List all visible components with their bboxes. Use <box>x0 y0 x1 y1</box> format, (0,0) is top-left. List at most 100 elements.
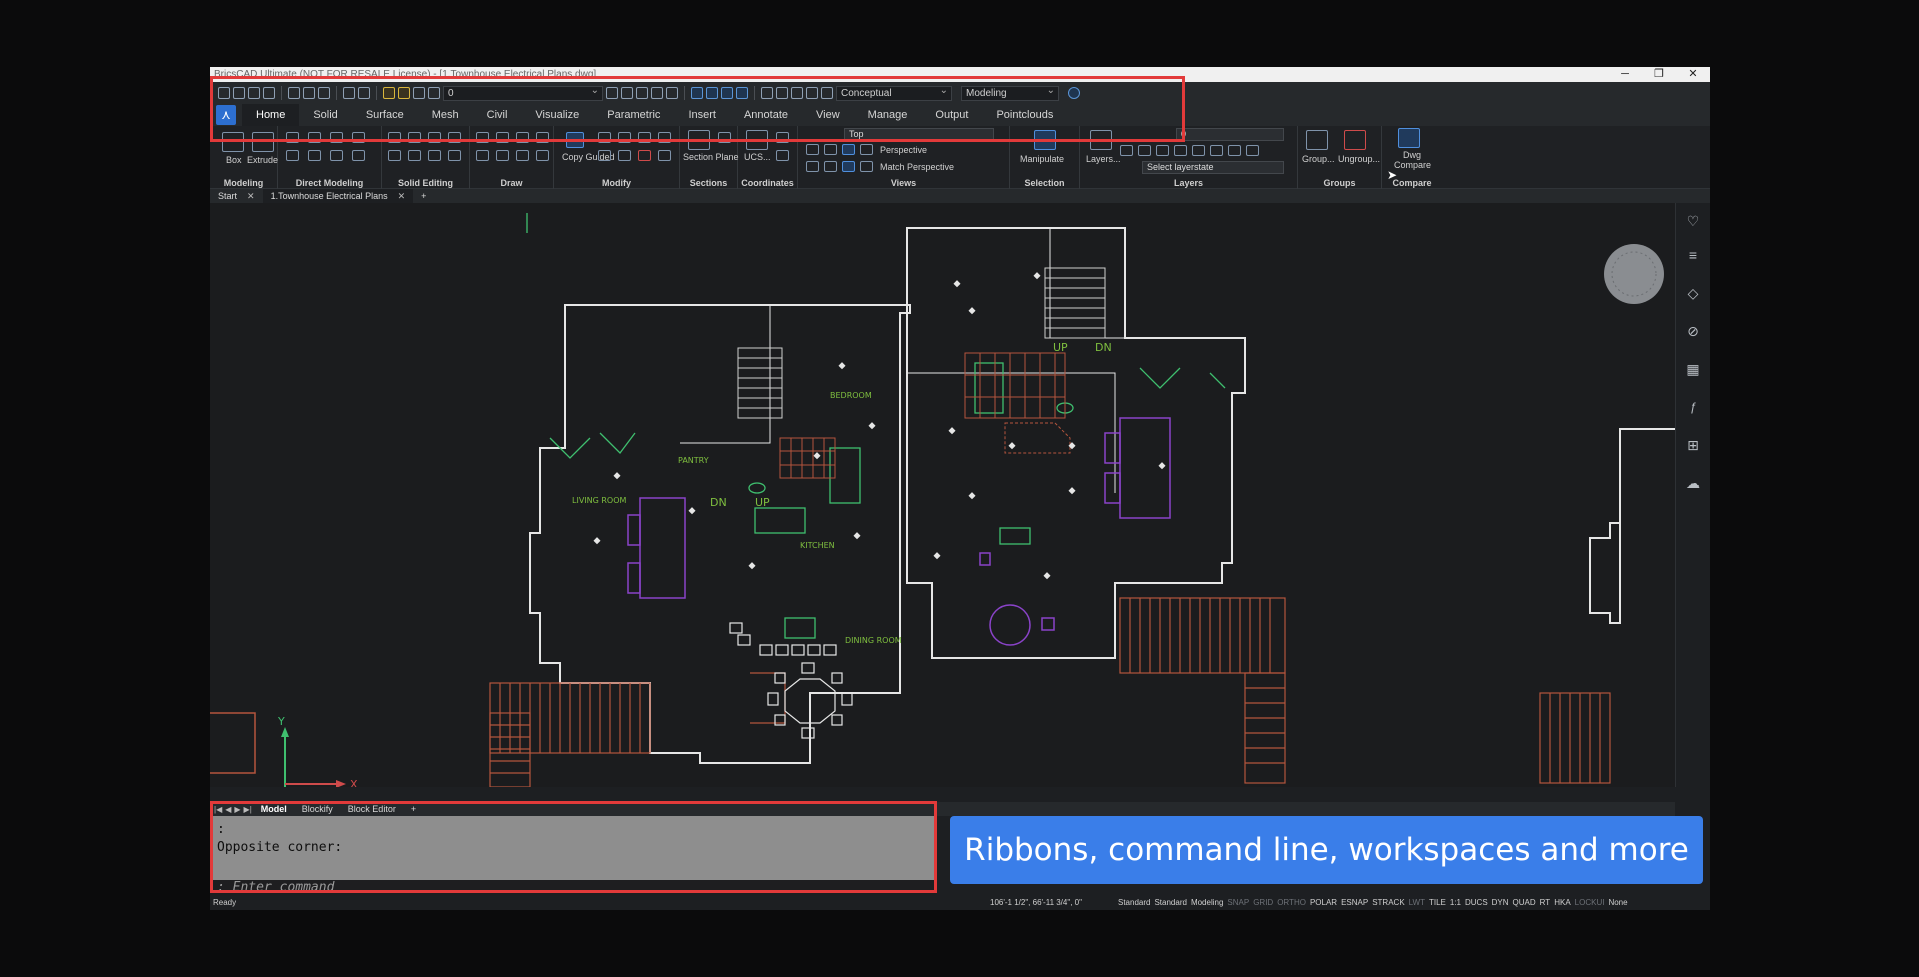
close-icon[interactable]: ✕ <box>398 191 406 201</box>
layer-on-icon[interactable] <box>383 87 395 99</box>
polygon-icon[interactable] <box>476 150 489 161</box>
save-icon[interactable] <box>248 87 260 99</box>
extrude-icon[interactable] <box>252 132 274 152</box>
status-toggle-strack[interactable]: STRACK <box>1372 896 1404 910</box>
section-plane-icon[interactable] <box>688 130 710 150</box>
layer-plot-icon[interactable] <box>428 87 440 99</box>
viewcube-icon[interactable] <box>842 161 855 172</box>
application-menu-button[interactable]: ⋏ <box>216 105 236 125</box>
layer-dropdown[interactable]: 0 <box>443 84 603 101</box>
help-icon[interactable] <box>1068 87 1080 99</box>
named-views-icon[interactable] <box>824 144 837 155</box>
tab-home[interactable]: Home <box>242 104 300 126</box>
tab-view[interactable]: View <box>802 104 854 126</box>
tab-civil[interactable]: Civil <box>473 104 522 126</box>
workspace-dropdown[interactable]: Modeling <box>961 84 1059 101</box>
visual-style-dropdown[interactable]: Conceptual <box>836 84 952 101</box>
undo-icon[interactable] <box>343 87 355 99</box>
navigate-icon[interactable] <box>860 161 873 172</box>
rotate-face-icon[interactable] <box>330 132 343 143</box>
redo-icon[interactable] <box>358 87 370 99</box>
subtract-icon[interactable] <box>408 132 421 143</box>
box-icon[interactable] <box>222 132 244 152</box>
settings-icon[interactable] <box>791 87 803 99</box>
layout-tab-blockify[interactable]: Blockify <box>296 804 339 814</box>
layer-select[interactable]: 0 <box>1176 128 1284 141</box>
scale-icon[interactable] <box>638 132 651 143</box>
layout-tab-block-editor[interactable]: Block Editor <box>342 804 402 814</box>
status-toggle-none[interactable]: None <box>1608 896 1627 910</box>
new-tab-button[interactable]: + <box>413 189 434 203</box>
cube-hidden-icon[interactable] <box>706 87 718 99</box>
tab-surface[interactable]: Surface <box>352 104 418 126</box>
drawing-canvas[interactable]: BEDROOM PANTRY LIVING ROOM KITCHEN DININ… <box>210 203 1675 787</box>
ucs-view-icon[interactable] <box>776 150 789 161</box>
command-input[interactable]: : Enter command <box>210 880 935 896</box>
copy-guided-icon[interactable] <box>566 132 584 148</box>
status-toggle-hka[interactable]: HKA <box>1554 896 1570 910</box>
calculator-icon[interactable] <box>806 87 818 99</box>
clean-icon[interactable] <box>448 150 461 161</box>
publish-icon[interactable] <box>318 87 330 99</box>
sliders-icon[interactable]: ≡ <box>1685 247 1701 263</box>
previous-layout-icon[interactable]: ◀ <box>225 805 231 814</box>
rotate-icon[interactable] <box>618 132 631 143</box>
cube-shaded-icon[interactable] <box>721 87 733 99</box>
chamfer-edge-icon[interactable] <box>352 150 365 161</box>
ungroup-button-label[interactable]: Ungroup... <box>1338 154 1380 164</box>
layer-lock-icon[interactable] <box>413 87 425 99</box>
status-toggle-polar[interactable]: POLAR <box>1310 896 1337 910</box>
camera-icon[interactable] <box>860 144 873 155</box>
offset-icon[interactable] <box>598 150 611 161</box>
tab-manage[interactable]: Manage <box>854 104 922 126</box>
save-as-icon[interactable] <box>263 87 275 99</box>
tab-pointclouds[interactable]: Pointclouds <box>982 104 1067 126</box>
slice-icon[interactable] <box>448 132 461 143</box>
layer-unlock-icon[interactable] <box>1246 145 1259 156</box>
fillet-icon[interactable] <box>658 150 671 161</box>
cube-wireframe-icon[interactable] <box>691 87 703 99</box>
layer-walk-icon[interactable] <box>636 87 648 99</box>
function-icon[interactable]: ƒ <box>1685 399 1701 415</box>
layer-isolate-icon[interactable] <box>621 87 633 99</box>
match-perspective-button[interactable]: Match Perspective <box>880 162 954 172</box>
layer-previous-icon[interactable] <box>1120 145 1133 156</box>
properties-icon[interactable] <box>761 87 773 99</box>
status-toggle-dyn[interactable]: DYN <box>1492 896 1509 910</box>
manipulate-label[interactable]: Manipulate <box>1020 154 1064 164</box>
ucs-label[interactable]: UCS... <box>744 152 771 162</box>
status-toggle-snap[interactable]: SNAP <box>1227 896 1249 910</box>
doc-tab-start[interactable]: Start ✕ <box>210 189 263 203</box>
layout-tab-model[interactable]: Model <box>255 804 293 814</box>
layer-match-icon[interactable] <box>1138 145 1151 156</box>
extrude-button-label[interactable]: Extrude <box>247 155 278 165</box>
line-icon[interactable] <box>496 132 509 143</box>
status-toggle-lwt[interactable]: LWT <box>1409 896 1425 910</box>
ungroup-icon[interactable] <box>1344 130 1366 150</box>
fillet-edge-icon[interactable] <box>330 150 343 161</box>
status-toggle-1-1[interactable]: 1:1 <box>1450 896 1461 910</box>
imprint-icon[interactable] <box>408 150 421 161</box>
layer-uniso-icon[interactable] <box>1174 145 1187 156</box>
viewport-icon[interactable] <box>806 144 819 155</box>
attachment-icon[interactable]: ⊘ <box>1685 323 1701 339</box>
group-button-label[interactable]: Group... <box>1302 154 1335 164</box>
cloud-upload-icon[interactable]: ☁ <box>1685 475 1701 491</box>
render-icon[interactable] <box>821 87 833 99</box>
last-layout-icon[interactable]: ▶| <box>244 805 252 814</box>
view-navigation-disc[interactable] <box>1604 244 1664 304</box>
offset-face-icon[interactable] <box>286 150 299 161</box>
first-layout-icon[interactable]: |◀ <box>214 805 222 814</box>
hatch-panel-icon[interactable]: ▦ <box>1685 361 1701 377</box>
shell-icon[interactable] <box>388 150 401 161</box>
status-toggle-grid[interactable]: GRID <box>1253 896 1273 910</box>
status-toggle-rt[interactable]: RT <box>1540 896 1551 910</box>
tab-solid[interactable]: Solid <box>299 104 351 126</box>
circle-icon[interactable] <box>516 132 529 143</box>
layer-freeze-icon[interactable] <box>1210 145 1223 156</box>
tab-visualize[interactable]: Visualize <box>521 104 593 126</box>
layer-lock-icon[interactable] <box>1228 145 1241 156</box>
viewport-split-icon[interactable] <box>806 161 819 172</box>
add-layout-button[interactable]: + <box>405 804 422 814</box>
arc-icon[interactable] <box>536 132 549 143</box>
